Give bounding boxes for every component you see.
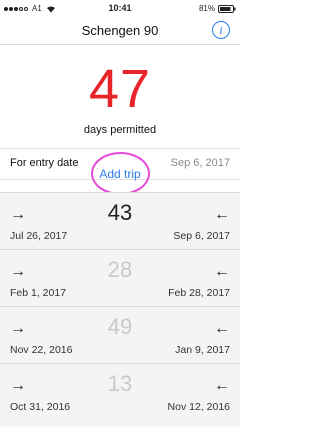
battery-icon: [218, 4, 236, 13]
add-trip-button[interactable]: Add trip: [0, 167, 240, 181]
trip-entry-date: Feb 1, 2017: [10, 287, 67, 299]
arrow-left-icon: ←: [214, 206, 230, 223]
trips-list: → 43 ← Jul 26, 2017 Sep 6, 2017 → 28 ← F…: [0, 192, 240, 427]
row-separator: [0, 249, 240, 250]
trip-days-count: 13: [107, 371, 133, 396]
trip-entry-date: Jul 26, 2017: [10, 230, 68, 242]
info-icon[interactable]: i: [212, 21, 230, 39]
status-bar: A1 10:41 81%: [0, 0, 240, 18]
row-separator: [0, 306, 240, 307]
navigation-bar: Schengen 90 i: [0, 18, 240, 44]
arrow-left-icon: ←: [214, 263, 230, 280]
page-title: Schengen 90: [81, 23, 159, 38]
trip-entry-date: Nov 22, 2016: [10, 344, 73, 356]
trip-entry-date: Oct 31, 2016: [10, 401, 71, 413]
battery-percent: 81%: [198, 4, 215, 13]
trip-row[interactable]: → 43 ← Jul 26, 2017 Sep 6, 2017: [0, 192, 240, 249]
trip-row[interactable]: → 49 ← Nov 22, 2016 Jan 9, 2017: [0, 306, 240, 363]
nav-divider: [0, 44, 240, 45]
trip-days-count: 28: [107, 257, 133, 282]
trip-exit-date: Jan 9, 2017: [175, 344, 230, 356]
trip-days-count: 49: [107, 314, 133, 339]
row-separator: [0, 363, 240, 364]
trip-exit-date: Nov 12, 2016: [167, 401, 230, 413]
status-right: 81%: [199, 4, 236, 13]
days-permitted-count: 47: [88, 59, 152, 119]
trip-row[interactable]: → 13 ← Oct 31, 2016 Nov 12, 2016: [0, 363, 240, 420]
trip-row[interactable]: → 28 ← Feb 1, 2017 Feb 28, 2017: [0, 249, 240, 306]
trip-days-count: 43: [107, 200, 133, 225]
days-permitted-label: days permitted: [83, 124, 157, 136]
row-separator: [0, 192, 240, 193]
arrow-left-icon: ←: [214, 320, 230, 337]
arrow-left-icon: ←: [214, 377, 230, 394]
trip-exit-date: Feb 28, 2017: [168, 287, 230, 299]
trip-exit-date: Sep 6, 2017: [173, 230, 230, 242]
